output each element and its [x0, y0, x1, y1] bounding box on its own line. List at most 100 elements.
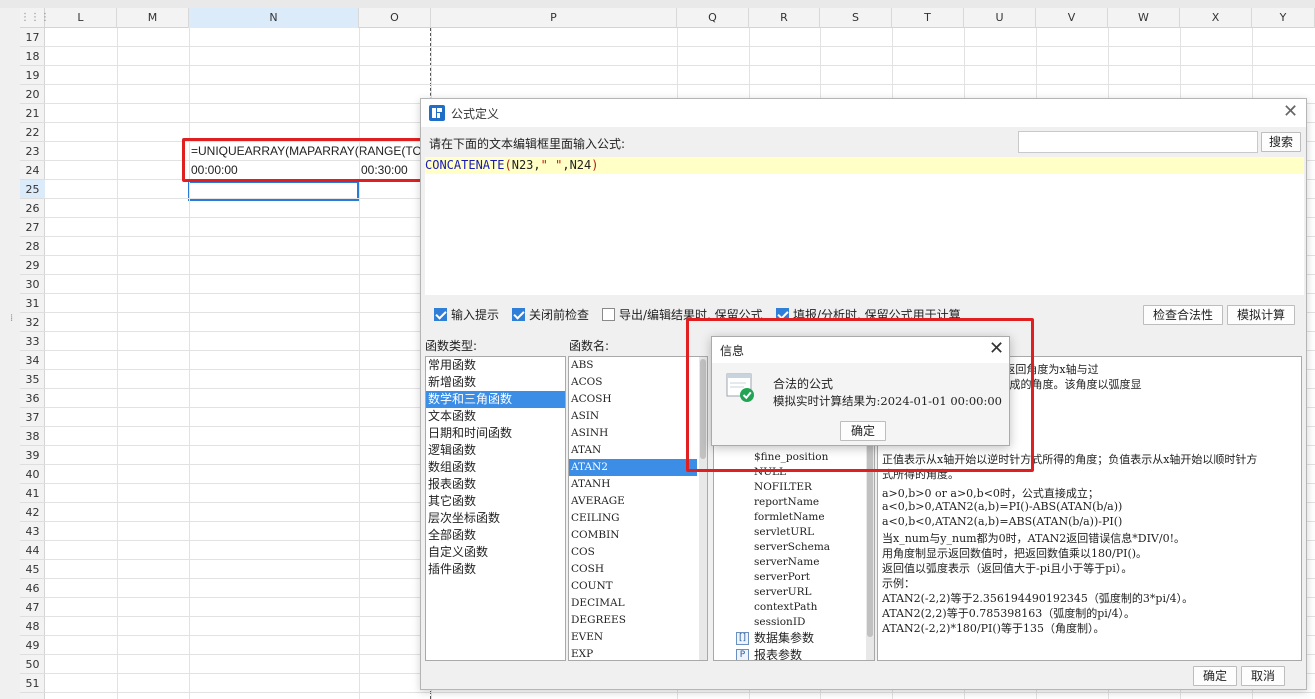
row-header[interactable]: 43 [20, 522, 45, 541]
row-header[interactable]: 31 [20, 294, 45, 313]
parameter-group[interactable]: P 报表参数 [714, 647, 874, 660]
row-header[interactable]: 46 [20, 579, 45, 598]
row-header[interactable]: 19 [20, 66, 45, 85]
simulate-calc-button[interactable]: 模拟计算 [1227, 305, 1295, 325]
parameter-item[interactable]: serverSchema [714, 540, 874, 555]
column-header[interactable]: R [749, 8, 820, 28]
function-type-item[interactable]: 数学和三角函数 [426, 391, 565, 408]
row-header[interactable]: 48 [20, 617, 45, 636]
column-header[interactable]: S [820, 8, 892, 28]
parameter-item[interactable]: sessionID [714, 615, 874, 630]
function-type-item[interactable]: 全部函数 [426, 527, 565, 544]
function-type-item[interactable]: 文本函数 [426, 408, 565, 425]
function-name-item[interactable]: ABS [569, 357, 697, 374]
parameter-item[interactable]: serverName [714, 555, 874, 570]
column-header[interactable]: Y [1252, 8, 1315, 28]
row-header[interactable]: 36 [20, 389, 45, 408]
parameter-item[interactable]: serverURL [714, 585, 874, 600]
function-name-item[interactable]: ATANH [569, 476, 697, 493]
parameter-group[interactable]: [] 数据集参数 [714, 630, 874, 647]
function-type-item[interactable]: 报表函数 [426, 476, 565, 493]
check-before-close-checkbox[interactable]: 关闭前检查 [512, 307, 589, 323]
row-header[interactable]: 20 [20, 85, 45, 104]
parameter-item[interactable]: serverPort [714, 570, 874, 585]
row-header[interactable]: 27 [20, 218, 45, 237]
function-name-item[interactable]: AVERAGE [569, 493, 697, 510]
row-header[interactable]: 34 [20, 351, 45, 370]
function-name-item[interactable]: DEGREES [569, 612, 697, 629]
parameter-item[interactable]: formletName [714, 510, 874, 525]
function-type-item[interactable]: 逻辑函数 [426, 442, 565, 459]
parameter-item[interactable]: servletURL [714, 525, 874, 540]
search-input[interactable] [1018, 131, 1258, 153]
row-header[interactable]: 35 [20, 370, 45, 389]
row-header[interactable]: 47 [20, 598, 45, 617]
row-header[interactable]: 33 [20, 332, 45, 351]
function-name-item[interactable]: ATAN2 [569, 459, 697, 476]
select-all-corner[interactable]: ⋮⋮⋮ [20, 8, 50, 28]
row-header[interactable]: 24 [20, 161, 45, 180]
function-name-item[interactable]: COUNT [569, 578, 697, 595]
function-type-item[interactable]: 数组函数 [426, 459, 565, 476]
function-type-item[interactable]: 插件函数 [426, 561, 565, 578]
row-header[interactable]: 17 [20, 28, 45, 47]
function-name-item[interactable]: COMBIN [569, 527, 697, 544]
row-header[interactable]: 38 [20, 427, 45, 446]
row-header[interactable]: 39 [20, 446, 45, 465]
row-header[interactable]: 29 [20, 256, 45, 275]
function-name-item[interactable]: ACOSH [569, 391, 697, 408]
function-name-item[interactable]: EVEN [569, 629, 697, 646]
row-header[interactable]: 42 [20, 503, 45, 522]
row-header[interactable]: 45 [20, 560, 45, 579]
function-type-item[interactable]: 常用函数 [426, 357, 565, 374]
column-header[interactable]: X [1180, 8, 1252, 28]
row-header[interactable]: 25 [20, 180, 45, 199]
function-name-item[interactable]: DECIMAL [569, 595, 697, 612]
column-header[interactable]: U [964, 8, 1036, 28]
row-header[interactable]: 50 [20, 655, 45, 674]
function-name-item[interactable]: ATAN [569, 442, 697, 459]
row-header[interactable]: 49 [20, 636, 45, 655]
ok-button[interactable]: 确定 [1193, 666, 1237, 686]
cancel-button[interactable]: 取消 [1241, 666, 1285, 686]
formula-editor[interactable]: CONCATENATE(N23," ",N24) [425, 157, 1304, 295]
checkbox-checked-icon[interactable] [512, 308, 525, 321]
row-header[interactable]: 51 [20, 674, 45, 693]
function-type-item[interactable]: 日期和时间函数 [426, 425, 565, 442]
function-name-item[interactable]: ASINH [569, 425, 697, 442]
column-header[interactable]: V [1036, 8, 1108, 28]
column-header[interactable]: L [45, 8, 117, 28]
row-header[interactable]: 40 [20, 465, 45, 484]
column-header[interactable]: M [117, 8, 189, 28]
checkbox-checked-icon[interactable] [434, 308, 447, 321]
check-validity-button[interactable]: 检查合法性 [1143, 305, 1223, 325]
input-hint-checkbox[interactable]: 输入提示 [434, 307, 499, 323]
function-name-item[interactable]: EXP [569, 646, 697, 660]
function-name-item[interactable]: COSH [569, 561, 697, 578]
function-type-item[interactable]: 层次坐标函数 [426, 510, 565, 527]
function-type-item[interactable]: 自定义函数 [426, 544, 565, 561]
column-header[interactable]: T [892, 8, 964, 28]
formula-line[interactable]: CONCATENATE(N23," ",N24) [425, 157, 1304, 174]
function-type-item[interactable]: 其它函数 [426, 493, 565, 510]
function-type-item[interactable]: 新增函数 [426, 374, 565, 391]
function-name-item[interactable]: CEILING [569, 510, 697, 527]
row-header[interactable]: 28 [20, 237, 45, 256]
column-header[interactable]: Q [677, 8, 749, 28]
function-name-item[interactable]: ASIN [569, 408, 697, 425]
row-header[interactable]: 22 [20, 123, 45, 142]
column-header[interactable]: P [431, 8, 677, 28]
search-button[interactable]: 搜索 [1261, 132, 1301, 152]
parameter-item[interactable]: NOFILTER [714, 480, 874, 495]
row-header[interactable]: 41 [20, 484, 45, 503]
checkbox-unchecked-icon[interactable] [602, 308, 615, 321]
row-header[interactable]: 21 [20, 104, 45, 123]
row-header[interactable]: 30 [20, 275, 45, 294]
row-header[interactable]: 37 [20, 408, 45, 427]
close-icon[interactable]: ✕ [1283, 102, 1298, 122]
column-header[interactable]: W [1108, 8, 1180, 28]
row-header[interactable]: 18 [20, 47, 45, 66]
column-header[interactable]: O [359, 8, 431, 28]
function-type-list[interactable]: 常用函数 新增函数 数学和三角函数 文本函数 日期和时间函数 逻辑函数 数组函数 报表函数 其它… [425, 356, 566, 661]
function-name-item[interactable]: COS [569, 544, 697, 561]
